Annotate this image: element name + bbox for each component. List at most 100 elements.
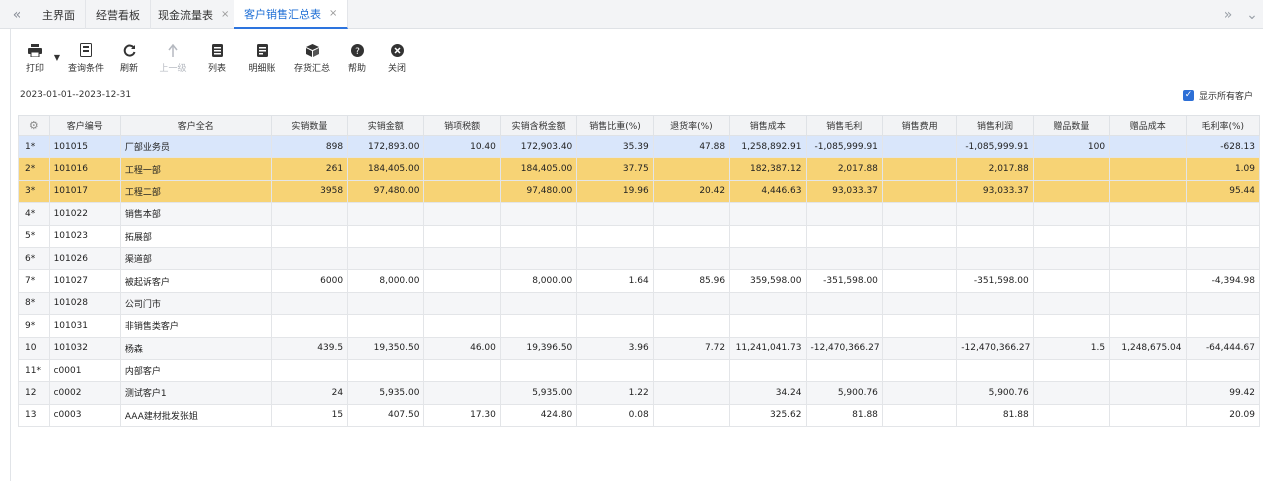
table-row[interactable]: 10 101032 杨森 439.5 19,350.50 46.00 19,396.50 3.… — [18, 336, 1260, 360]
table-cell[interactable]: 81.88 — [956, 403, 1034, 428]
column-header[interactable]: 客户编号 — [48, 115, 121, 136]
table-cell[interactable] — [270, 291, 349, 316]
close-icon[interactable]: × — [221, 9, 229, 20]
print-button[interactable]: 打印 — [19, 42, 51, 78]
table-cell[interactable] — [576, 224, 654, 248]
table-cell[interactable]: 101026 — [48, 246, 121, 271]
table-cell[interactable]: 439.5 — [270, 336, 349, 360]
table-cell[interactable]: 0.08 — [576, 403, 654, 428]
column-header[interactable]: 实销数量 — [270, 115, 349, 136]
column-header[interactable]: 实销含税金额 — [499, 115, 578, 136]
table-cell[interactable] — [576, 291, 654, 316]
table-cell[interactable] — [652, 246, 731, 271]
table-cell[interactable] — [499, 291, 578, 316]
table-cell[interactable]: 100 — [1032, 134, 1111, 159]
table-cell[interactable]: 10.40 — [423, 134, 501, 159]
column-header[interactable]: 退货率(%) — [652, 115, 731, 136]
table-cell[interactable]: 工程一部 — [119, 157, 272, 181]
table-cell[interactable] — [1109, 202, 1187, 226]
table-cell[interactable]: 172,903.40 — [499, 134, 578, 159]
column-header[interactable]: 销售毛利 — [805, 115, 883, 136]
tab-customer-sales-summary[interactable]: 客户销售汇总表 × — [234, 0, 349, 29]
table-cell[interactable] — [881, 202, 958, 226]
table-cell[interactable] — [499, 314, 578, 338]
table-cell[interactable] — [881, 358, 958, 383]
table-cell[interactable] — [805, 246, 883, 271]
table-cell[interactable]: 101016 — [48, 157, 121, 181]
table-cell[interactable] — [956, 224, 1034, 248]
table-cell[interactable] — [347, 246, 425, 271]
table-cell[interactable] — [576, 202, 654, 226]
table-cell[interactable]: -351,598.00 — [956, 269, 1034, 293]
table-cell[interactable]: 6000 — [270, 269, 349, 293]
up-level-button[interactable]: 上一级 — [149, 42, 197, 78]
table-cell[interactable]: 101028 — [48, 291, 121, 316]
table-cell[interactable] — [270, 246, 349, 271]
table-cell[interactable] — [956, 202, 1034, 226]
table-cell[interactable] — [423, 269, 501, 293]
table-cell[interactable] — [956, 246, 1034, 271]
table-cell[interactable]: 407.50 — [347, 403, 425, 428]
table-row[interactable]: 2* 101016 工程一部 261 184,405.00 184,405.00 37.75… — [18, 157, 1260, 181]
table-cell[interactable]: 公司门市 — [119, 291, 272, 316]
table-row[interactable]: 13 c0003 AAA建材批发张姐 15 407.50 17.30 424.80 0.08 3… — [18, 403, 1260, 428]
table-cell[interactable]: 101015 — [48, 134, 121, 159]
table-cell[interactable] — [729, 224, 807, 248]
table-cell[interactable] — [652, 202, 731, 226]
table-cell[interactable] — [729, 202, 807, 226]
table-cell[interactable]: 渠道部 — [119, 246, 272, 271]
scroll-left-icon[interactable]: « — [2, 0, 32, 29]
column-header[interactable]: 销项税额 — [423, 115, 501, 136]
table-cell[interactable]: 93,033.37 — [956, 179, 1034, 204]
table-cell[interactable] — [805, 224, 883, 248]
print-dropdown[interactable]: ▼ — [51, 42, 63, 78]
table-cell[interactable]: 15 — [270, 403, 349, 428]
table-cell[interactable]: 95.44 — [1185, 179, 1260, 204]
table-cell[interactable]: 898 — [270, 134, 349, 159]
table-cell[interactable]: 8,000.00 — [499, 269, 578, 293]
tab-cashflow[interactable]: 现金流量表 × — [148, 0, 241, 29]
table-cell[interactable]: 内部客户 — [119, 358, 272, 383]
table-cell[interactable] — [1032, 403, 1111, 428]
table-cell[interactable] — [881, 314, 958, 338]
table-cell[interactable] — [1109, 224, 1187, 248]
column-header[interactable]: 毛利率(%) — [1185, 115, 1260, 136]
refresh-button[interactable]: 刷新 — [109, 42, 149, 78]
table-cell[interactable]: 4,446.63 — [729, 179, 807, 204]
table-cell[interactable]: 46.00 — [423, 336, 501, 360]
table-cell[interactable] — [423, 224, 501, 248]
table-cell[interactable]: -351,598.00 — [805, 269, 883, 293]
table-cell[interactable] — [1032, 291, 1111, 316]
table-cell[interactable]: 35.39 — [576, 134, 654, 159]
table-cell[interactable] — [881, 381, 958, 405]
table-row[interactable]: 8* 101028 公司门市 — [18, 291, 1260, 316]
table-cell[interactable]: 5,935.00 — [347, 381, 425, 405]
table-cell[interactable]: 24 — [270, 381, 349, 405]
table-cell[interactable] — [1185, 314, 1260, 338]
table-cell[interactable] — [805, 358, 883, 383]
table-cell[interactable] — [652, 224, 731, 248]
table-cell[interactable] — [423, 358, 501, 383]
table-cell[interactable]: -12,470,366.27 — [805, 336, 883, 360]
table-cell[interactable] — [347, 358, 425, 383]
table-cell[interactable]: 3.96 — [576, 336, 654, 360]
table-cell[interactable]: 101027 — [48, 269, 121, 293]
table-cell[interactable]: 182,387.12 — [729, 157, 807, 181]
table-cell[interactable]: 1.22 — [576, 381, 654, 405]
column-header[interactable]: 赠品数量 — [1032, 115, 1111, 136]
table-cell[interactable] — [499, 358, 578, 383]
table-cell[interactable]: 101032 — [48, 336, 121, 360]
table-cell[interactable]: 37.75 — [576, 157, 654, 181]
table-cell[interactable] — [1032, 179, 1111, 204]
table-cell[interactable] — [270, 314, 349, 338]
table-cell[interactable] — [652, 403, 731, 428]
table-cell[interactable] — [1032, 358, 1111, 383]
column-header[interactable]: 销售利润 — [956, 115, 1034, 136]
table-cell[interactable] — [805, 291, 883, 316]
table-cell[interactable] — [576, 314, 654, 338]
table-cell[interactable]: -12,470,366.27 — [956, 336, 1034, 360]
table-cell[interactable]: 8,000.00 — [347, 269, 425, 293]
table-cell[interactable] — [1109, 246, 1187, 271]
close-button[interactable]: 关闭 — [377, 42, 417, 78]
table-cell[interactable]: 1,248,675.04 — [1109, 336, 1187, 360]
